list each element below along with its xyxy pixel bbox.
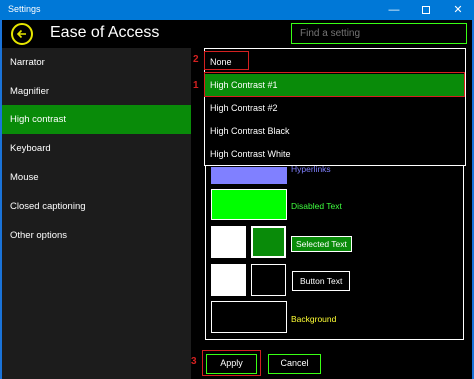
apply-button[interactable]: Apply (206, 354, 257, 374)
search-input[interactable] (291, 23, 467, 44)
page-title: Ease of Access (50, 24, 160, 41)
selected-text-label: Selected Text (291, 236, 352, 252)
sidebar-item-high-contrast[interactable]: High contrast (2, 105, 191, 134)
sidebar-item-keyboard[interactable]: Keyboard (2, 134, 191, 163)
annotation-box-none (204, 51, 249, 70)
annotation-number-1: 1 (193, 80, 199, 91)
sidebar: Narrator Magnifier High contrast Keyboar… (2, 48, 191, 379)
disabled-text-label: Disabled Text (291, 201, 342, 211)
theme-option-high-contrast-2[interactable]: High Contrast #2 (205, 97, 465, 120)
window-title: Settings (8, 4, 41, 14)
annotation-box-high-contrast-1 (204, 72, 465, 97)
selected-text-foreground-swatch[interactable] (211, 226, 246, 258)
maximize-icon (422, 6, 430, 15)
minimize-button[interactable]: — (378, 0, 410, 20)
back-button[interactable] (11, 23, 33, 45)
annotation-number-2: 2 (193, 54, 199, 65)
title-bar: Settings — ✕ (0, 0, 474, 20)
button-text-label: Button Text (292, 271, 351, 291)
sidebar-item-mouse[interactable]: Mouse (2, 163, 191, 192)
sidebar-item-narrator[interactable]: Narrator (2, 48, 191, 77)
hyperlink-color-swatch[interactable] (211, 167, 287, 184)
disabled-text-color-swatch[interactable] (211, 189, 287, 220)
theme-option-high-contrast-white[interactable]: High Contrast White (205, 143, 465, 166)
theme-option-high-contrast-black[interactable]: High Contrast Black (205, 120, 465, 143)
maximize-button[interactable] (410, 0, 442, 20)
close-button[interactable]: ✕ (442, 0, 474, 20)
cancel-button[interactable]: Cancel (268, 354, 321, 374)
button-text-foreground-swatch[interactable] (211, 264, 246, 296)
background-label: Background (291, 314, 337, 324)
selected-text-background-swatch[interactable] (251, 226, 286, 258)
sidebar-item-other-options[interactable]: Other options (2, 221, 191, 250)
background-color-swatch[interactable] (211, 301, 287, 333)
back-arrow-icon (16, 29, 26, 39)
sidebar-item-magnifier[interactable]: Magnifier (2, 77, 191, 106)
header: Ease of Access (2, 20, 472, 48)
sidebar-item-closed-captioning[interactable]: Closed captioning (2, 192, 191, 221)
button-text-background-swatch[interactable] (251, 264, 286, 296)
annotation-number-3: 3 (191, 356, 197, 367)
